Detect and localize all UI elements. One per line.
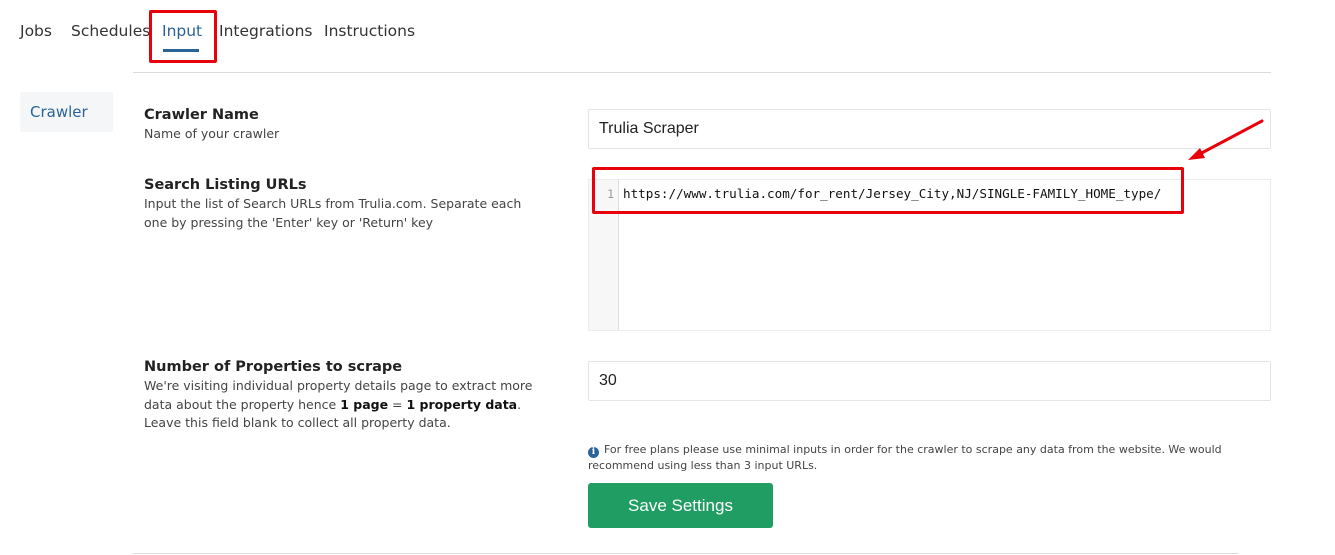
annotation-highlight-url bbox=[592, 167, 1184, 214]
crawler-name-input[interactable] bbox=[588, 109, 1271, 149]
save-settings-button[interactable]: Save Settings bbox=[588, 483, 773, 528]
tabs-divider bbox=[133, 72, 1271, 73]
num-properties-input[interactable] bbox=[588, 361, 1271, 401]
info-icon: i bbox=[588, 447, 599, 458]
tab-jobs[interactable]: Jobs bbox=[20, 22, 52, 40]
sidebar-item-crawler[interactable]: Crawler bbox=[20, 92, 113, 132]
annotation-arrow-icon bbox=[1188, 119, 1264, 160]
num-properties-description: We're visiting individual property detai… bbox=[144, 378, 533, 430]
tab-instructions[interactable]: Instructions bbox=[324, 22, 415, 40]
search-urls-title: Search Listing URLs bbox=[144, 177, 307, 193]
sidebar-item-label: Crawler bbox=[30, 103, 88, 121]
free-plan-note-text: For free plans please use minimal inputs… bbox=[588, 443, 1222, 472]
tab-schedules[interactable]: Schedules bbox=[71, 22, 150, 40]
crawler-name-title: Crawler Name bbox=[144, 107, 259, 123]
search-urls-description: Input the list of Search URLs from Truli… bbox=[144, 196, 522, 230]
tab-integrations[interactable]: Integrations bbox=[219, 22, 312, 40]
free-plan-note: i For free plans please use minimal input… bbox=[588, 442, 1278, 473]
bottom-divider bbox=[133, 553, 1238, 554]
num-properties-title: Number of Properties to scrape bbox=[144, 359, 403, 375]
annotation-highlight-tab bbox=[149, 10, 217, 63]
crawler-name-description: Name of your crawler bbox=[144, 126, 280, 141]
